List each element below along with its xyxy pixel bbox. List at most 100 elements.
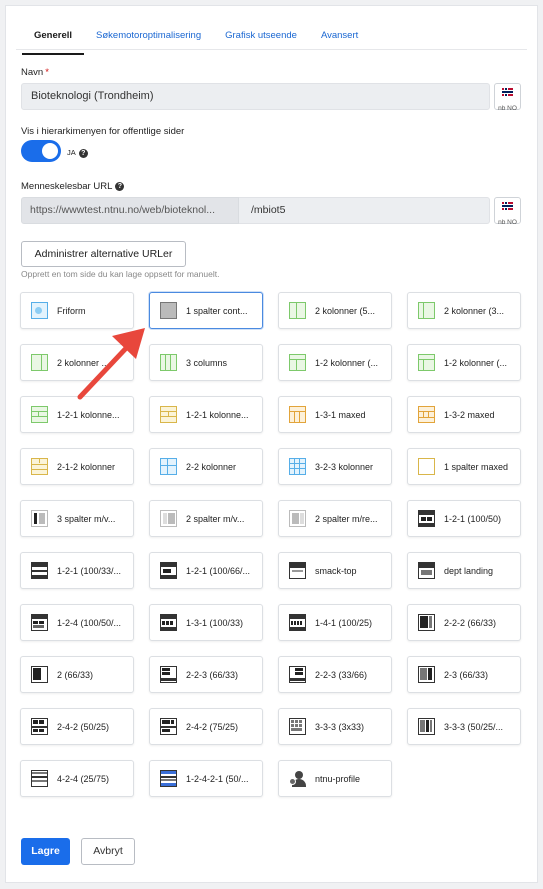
layout-tile[interactable]: 3 spalter m/v... [20,500,134,537]
url-label: Menneskelesbar URL? [21,181,125,192]
toggle-label: JA? [67,148,88,158]
three-three-three-icon [418,718,435,735]
layout-tile[interactable]: 2-3 (66/33) [407,656,521,693]
two-three-icon [418,666,435,683]
two-column-icon [31,666,48,683]
layout-tile[interactable]: 1-2-1 kolonne... [20,396,134,433]
question-icon[interactable]: ? [115,181,125,191]
layout-tile[interactable]: 4-2-4 (25/75) [20,760,134,797]
three-column-icon [160,354,177,371]
layout-tile[interactable]: 2 kolonner (3... [407,292,521,329]
two-column-icon [289,302,306,319]
layout-tile[interactable]: 2-2 kolonner [149,448,263,485]
layout-tile[interactable]: ntnu-profile [278,760,392,797]
norway-flag-icon [502,88,513,96]
layout-tile[interactable]: 1-2 kolonner (... [407,344,521,381]
one-two-four-two-one-icon [160,770,177,787]
one-four-one-icon [289,614,306,631]
two-four-two-icon [31,718,48,735]
layout-tile[interactable]: 1-2-1 (100/33/... [20,552,134,589]
one-two-one-icon [418,510,435,527]
hierarchy-toggle[interactable] [21,140,61,162]
url-path-input[interactable]: /mbiot5 [239,197,490,224]
layout-tile[interactable]: 1 spalter maxed [407,448,521,485]
layout-tile[interactable]: 2 kolonner (5... [278,292,392,329]
layout-tile[interactable]: 2 (66/33) [20,656,134,693]
layout-tile[interactable]: 2 spalter m/v... [149,500,263,537]
three-three-three-icon [289,718,306,735]
one-two-one-icon [160,406,177,423]
tab-divider [16,49,527,50]
two-two-icon [160,458,177,475]
layout-tile[interactable]: 1-3-1 (100/33) [149,604,263,641]
two-two-three-icon [160,666,177,683]
tab-bar: Generell Søkemotoroptimalisering Grafisk… [22,28,370,56]
layout-tile[interactable]: 2-4-2 (75/25) [149,708,263,745]
tab-generell[interactable]: Generell [22,28,85,55]
layout-tile[interactable]: 3-3-3 (50/25/... [407,708,521,745]
two-two-two-icon [418,614,435,631]
one-two-one-icon [31,562,48,579]
layout-tile[interactable]: Friform [20,292,134,329]
two-column-icon [289,510,306,527]
layout-tile[interactable]: smack-top [278,552,392,589]
save-button[interactable]: Lagre [21,838,70,865]
one-three-one-icon [289,406,306,423]
name-language-button[interactable]: nb NO [494,83,521,112]
layout-tile[interactable]: 1-2-1 kolonne... [149,396,263,433]
layout-tile[interactable]: 3-2-3 kolonner [278,448,392,485]
four-two-four-icon [31,770,48,787]
toggle-knob [42,143,58,159]
one-two-one-icon [160,562,177,579]
layout-tile[interactable]: 1-2-4 (100/50/... [20,604,134,641]
one-two-one-icon [31,406,48,423]
two-one-two-icon [31,458,48,475]
url-base: https://wwwtest.ntnu.no/web/bioteknol... [21,197,239,224]
layout-tile[interactable]: 1-2-1 (100/66/... [149,552,263,589]
two-column-icon [160,510,177,527]
layout-tile[interactable]: 2-2-3 (33/66) [278,656,392,693]
one-two-column-icon [289,354,306,371]
two-four-two-icon [160,718,177,735]
profile-gear-icon [289,770,306,787]
two-column-icon [31,354,48,371]
layout-tile[interactable]: 1-3-1 maxed [278,396,392,433]
one-column-icon [418,458,435,475]
tab-seo[interactable]: Søkemotoroptimalisering [84,28,213,55]
name-input[interactable]: Bioteknologi (Trondheim) [21,83,490,110]
layout-tile[interactable]: 2-1-2 kolonner [20,448,134,485]
question-icon[interactable]: ? [78,148,88,158]
required-mark: * [45,67,49,78]
layout-tile[interactable]: 3-3-3 (3x33) [278,708,392,745]
dept-landing-icon [418,562,435,579]
layout-tile[interactable]: 1-3-2 maxed [407,396,521,433]
three-column-icon [31,510,48,527]
tab-avansert[interactable]: Avansert [309,28,370,55]
layout-tile[interactable]: 2-4-2 (50/25) [20,708,134,745]
one-two-four-icon [31,614,48,631]
layout-tile[interactable]: 2-2-2 (66/33) [407,604,521,641]
one-column-icon [160,302,177,319]
one-two-column-icon [418,354,435,371]
two-two-three-icon [289,666,306,683]
layout-tile[interactable]: 1-4-1 (100/25) [278,604,392,641]
two-column-icon [418,302,435,319]
one-three-one-icon [160,614,177,631]
layout-tile[interactable]: 2 kolonner ... [20,344,134,381]
layout-tile[interactable]: dept landing [407,552,521,589]
smack-top-icon [289,562,306,579]
norway-flag-icon [502,202,513,210]
layout-tile[interactable]: 1-2-1 (100/50) [407,500,521,537]
manage-alternative-urls-button[interactable]: Administrer alternative URLer [21,241,186,267]
layout-tile[interactable]: 2-2-3 (66/33) [149,656,263,693]
url-language-button[interactable]: nb NO [494,197,521,226]
language-code: nb NO [498,105,517,112]
layout-tile[interactable]: 2 spalter m/re... [278,500,392,537]
layout-tile[interactable]: 3 columns [149,344,263,381]
layout-tile[interactable]: 1-2 kolonner (... [278,344,392,381]
tab-grafisk-utseende[interactable]: Grafisk utseende [213,28,309,55]
helper-text: Opprett en tom side du kan lage oppsett … [21,269,220,279]
layout-tile[interactable]: 1-2-4-2-1 (50/... [149,760,263,797]
layout-tile-selected[interactable]: 1 spalter cont... [149,292,263,329]
cancel-button[interactable]: Avbryt [81,838,135,865]
